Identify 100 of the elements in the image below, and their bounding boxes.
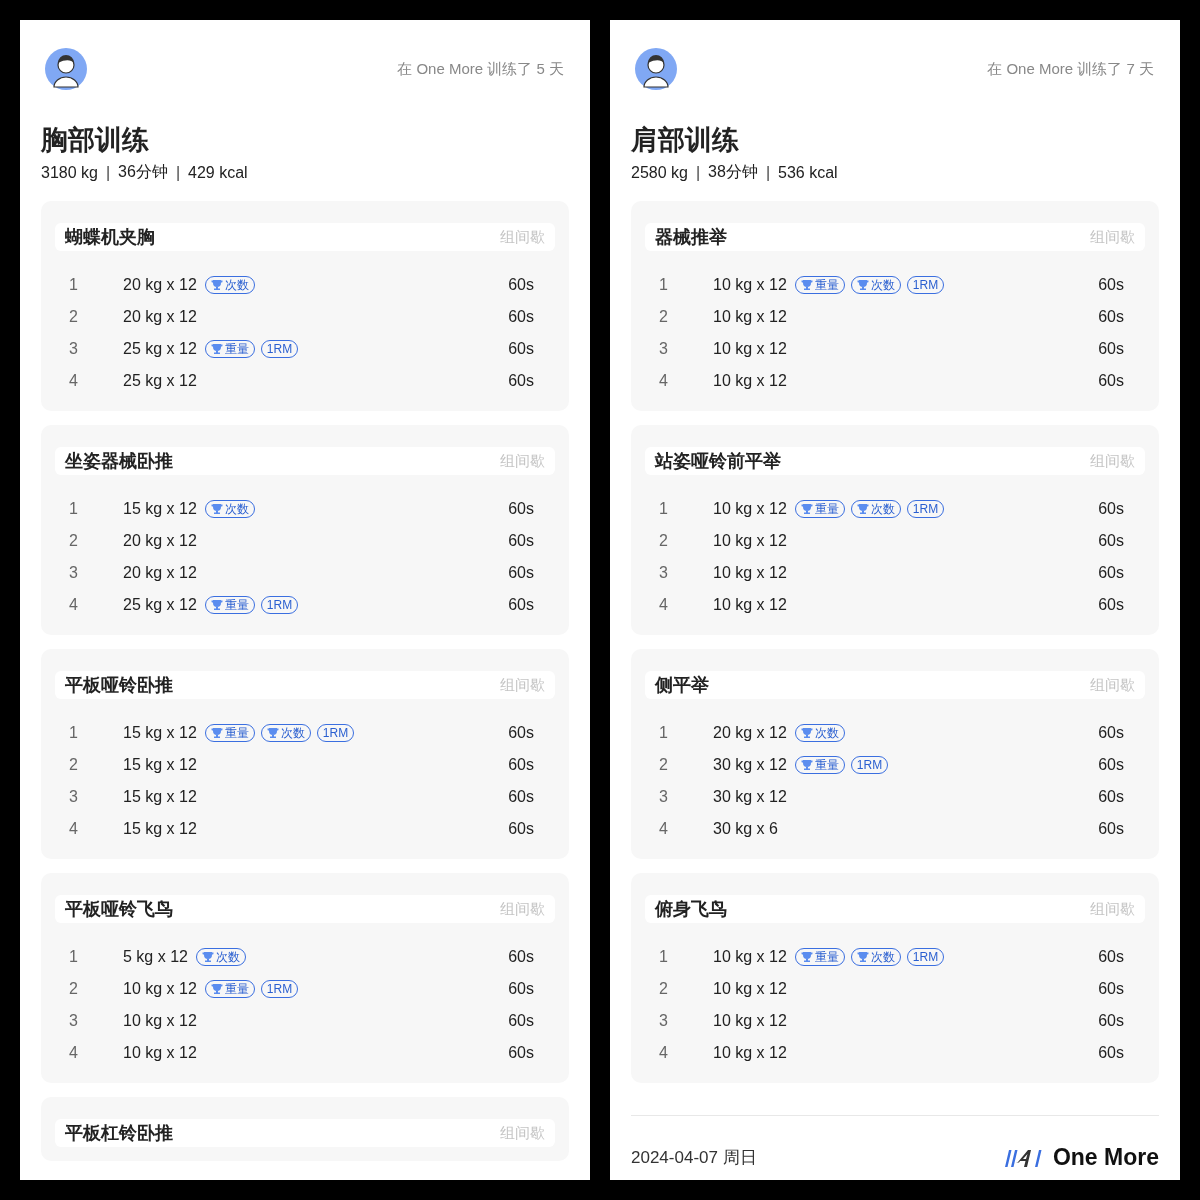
rest-label: 组间歇 [500, 675, 545, 695]
stat-text: 536 kcal [778, 163, 838, 182]
set-load: 10 kg x 12 [713, 948, 787, 966]
rest-label: 组间歇 [500, 227, 545, 247]
rest-time: 60s [1098, 596, 1124, 614]
set-number: 4 [69, 820, 79, 838]
trophy-icon [800, 951, 813, 963]
trophy-icon [210, 343, 223, 355]
set-number: 1 [659, 724, 669, 742]
rest-time: 60s [1098, 980, 1124, 998]
set-load: 30 kg x 12 [713, 788, 787, 806]
trophy-icon [210, 279, 223, 291]
set-number: 2 [659, 756, 669, 774]
stat-text: 2580 kg [631, 163, 688, 182]
rest-time: 60s [1098, 340, 1124, 358]
rest-label: 组间歇 [1090, 227, 1135, 247]
rest-time: 60s [508, 308, 534, 326]
set-number: 4 [69, 1044, 79, 1062]
set-load: 30 kg x 12 [713, 756, 787, 774]
separator: | [765, 163, 771, 182]
trophy-icon [856, 279, 869, 291]
set-load: 25 kg x 12 [123, 596, 197, 614]
rest-time: 60s [508, 1012, 534, 1030]
set-number: 3 [659, 340, 669, 358]
rest-time: 60s [508, 564, 534, 582]
set-load: 10 kg x 12 [713, 532, 787, 550]
set-load: 5 kg x 12 [123, 948, 188, 966]
trophy-icon [201, 951, 214, 963]
set-number: 3 [69, 340, 79, 358]
set-number: 1 [659, 948, 669, 966]
set-load: 10 kg x 12 [713, 500, 787, 518]
rest-time: 60s [1098, 500, 1124, 518]
set-load: 15 kg x 12 [123, 724, 197, 742]
rest-time: 60s [1098, 820, 1124, 838]
set-number: 1 [69, 724, 79, 742]
set-number: 4 [659, 820, 669, 838]
set-load: 10 kg x 12 [713, 308, 787, 326]
rest-label: 组间歇 [500, 1123, 545, 1143]
workout-title: 肩部训练 [631, 124, 740, 156]
set-number: 2 [659, 980, 669, 998]
trophy-icon [210, 503, 223, 515]
set-number: 4 [69, 372, 79, 390]
set-number: 4 [69, 596, 79, 614]
brand-name: One More [1052, 1144, 1159, 1171]
trophy-icon [800, 503, 813, 515]
rest-time: 60s [1098, 788, 1124, 806]
set-number: 3 [69, 788, 79, 806]
stat-text: 3180 kg [41, 163, 98, 182]
rest-time: 60s [1098, 372, 1124, 390]
set-load: 10 kg x 12 [713, 564, 787, 582]
rest-time: 60s [508, 596, 534, 614]
rest-time: 60s [1098, 276, 1124, 294]
set-load: 10 kg x 12 [713, 1012, 787, 1030]
set-load: 20 kg x 12 [123, 308, 197, 326]
rest-time: 60s [508, 500, 534, 518]
set-load: 20 kg x 12 [123, 532, 197, 550]
set-load: 20 kg x 12 [713, 724, 787, 742]
trophy-icon [800, 727, 813, 739]
rest-time: 60s [1098, 756, 1124, 774]
set-number: 1 [69, 948, 79, 966]
rest-time: 60s [508, 948, 534, 966]
set-number: 2 [69, 980, 79, 998]
avatar-icon [635, 48, 677, 90]
rest-label: 组间歇 [500, 451, 545, 471]
exercise-name: 俯身飞鸟 [655, 898, 727, 921]
set-number: 2 [69, 756, 79, 774]
exercise-name: 蝴蝶机夹胸 [65, 226, 155, 249]
exercise-name: 坐姿器械卧推 [65, 450, 173, 473]
exercise-name: 侧平举 [655, 674, 709, 697]
set-load: 10 kg x 12 [713, 980, 787, 998]
stat-text: 38分钟 [708, 162, 758, 182]
rest-time: 60s [508, 276, 534, 294]
set-load: 25 kg x 12 [123, 372, 197, 390]
exercise-name: 器械推举 [655, 226, 727, 249]
set-number: 2 [69, 532, 79, 550]
set-load: 10 kg x 12 [713, 372, 787, 390]
set-number: 2 [659, 308, 669, 326]
rest-time: 60s [508, 756, 534, 774]
rest-time: 60s [1098, 1012, 1124, 1030]
set-load: 10 kg x 12 [713, 1044, 787, 1062]
set-number: 3 [69, 564, 79, 582]
set-load: 15 kg x 12 [123, 788, 197, 806]
rest-time: 60s [508, 788, 534, 806]
rest-time: 60s [1098, 724, 1124, 742]
set-number: 4 [659, 1044, 669, 1062]
trained-days-text: 在 One More 训练了 7 天 [987, 59, 1154, 79]
trophy-icon [800, 279, 813, 291]
set-number: 4 [659, 596, 669, 614]
set-number: 3 [659, 788, 669, 806]
stat-text: 429 kcal [188, 163, 248, 182]
rest-time: 60s [508, 340, 534, 358]
rest-time: 60s [508, 820, 534, 838]
set-number: 2 [69, 308, 79, 326]
trophy-icon [856, 951, 869, 963]
set-load: 15 kg x 12 [123, 500, 197, 518]
set-load: 10 kg x 12 [123, 980, 197, 998]
workout-title: 胸部训练 [41, 124, 150, 156]
set-number: 3 [659, 1012, 669, 1030]
rest-label: 组间歇 [1090, 899, 1135, 919]
rest-time: 60s [1098, 532, 1124, 550]
